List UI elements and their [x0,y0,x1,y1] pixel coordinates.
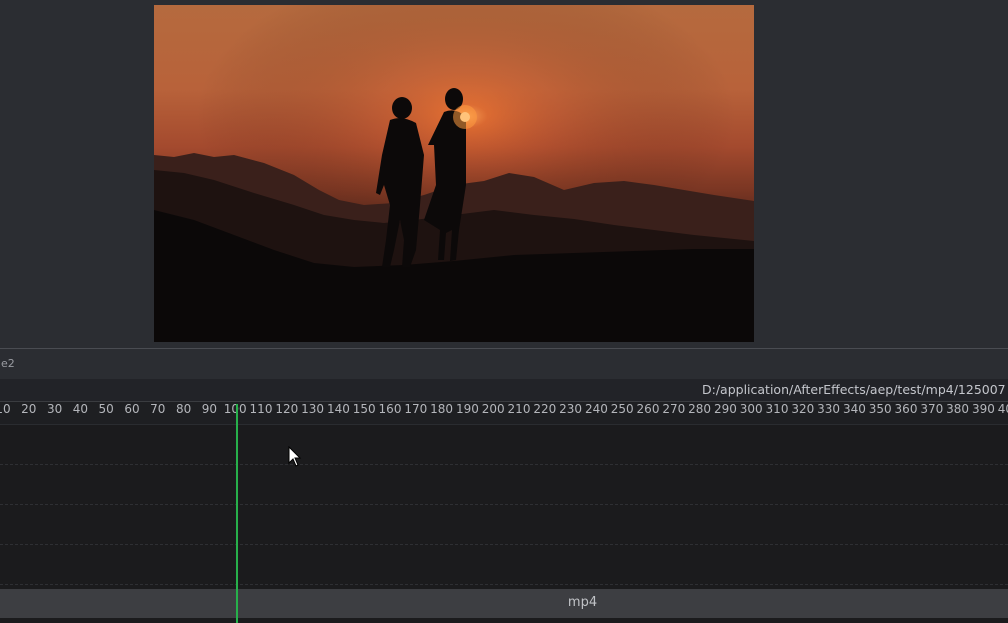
track-row[interactable] [0,545,1008,585]
ruler-tick: 320 [791,402,815,416]
ruler-tick: 250 [610,402,634,416]
ruler-tick: 370 [920,402,944,416]
ruler-tick: 80 [175,402,192,416]
ruler-tick: 160 [378,402,402,416]
ruler-tick: 70 [150,402,166,416]
ruler-tick: 10 [0,402,11,416]
ruler-tick: 40 [72,402,89,416]
ruler-tick: 130 [301,402,325,416]
preview-panel [0,0,1008,348]
ruler-tick: 60 [124,402,140,416]
ruler-tick: 390 [971,402,995,416]
ruler-tick: 170 [404,402,428,416]
ruler-tick: 20 [21,402,37,416]
ruler-tick: 140 [326,402,350,416]
ruler-tick: 400 [997,402,1008,416]
timeline-bottom-strip [0,618,1008,623]
ruler-tick: 260 [636,402,660,416]
ruler-tick: 360 [894,402,918,416]
ruler-tick: 350 [868,402,892,416]
ruler-tick: 110 [249,402,273,416]
ruler-tick: 200 [481,402,505,416]
ruler-tick: 30 [46,402,63,416]
ruler-tick: 310 [765,402,789,416]
playhead[interactable] [236,404,238,623]
ruler-tick: 150 [352,402,376,416]
ruler-tick: 180 [430,402,454,416]
timeline-tracks[interactable] [0,425,1008,589]
ruler-tick: 270 [662,402,686,416]
ruler-tick: 380 [946,402,970,416]
composition-tab[interactable]: e2 [1,357,15,370]
ruler-tick: 240 [584,402,608,416]
track-row[interactable] [0,505,1008,545]
ruler-tick: 90 [201,402,218,416]
mouse-pointer-icon [288,446,302,467]
ruler-tick: 210 [507,402,531,416]
video-preview[interactable] [154,5,754,342]
composition-tab-bar: e2 [0,349,1008,379]
ruler-tick: 300 [739,402,763,416]
ruler-tick: 220 [533,402,557,416]
track-row[interactable] [0,465,1008,505]
ruler-tick: 280 [688,402,712,416]
layer-label: mp4 [567,595,598,610]
source-path-bar: D:/application/AfterEffects/aep/test/mp4… [0,379,1008,401]
ruler-tick: 190 [455,402,479,416]
ruler-tick: 290 [713,402,737,416]
ruler-tick: 230 [559,402,583,416]
ruler-tick: 330 [817,402,841,416]
source-file-path: D:/application/AfterEffects/aep/test/mp4… [702,382,1006,397]
ruler-tick: 50 [98,402,114,416]
layer-bar-mp4[interactable]: mp4 [0,589,1008,618]
ruler-tick: 120 [275,402,299,416]
timeline-ruler[interactable]: 1020304050607080901001101201301401501601… [0,401,1008,425]
track-row[interactable] [0,425,1008,465]
ruler-tick: 340 [842,402,866,416]
sunset-couple-image [154,5,754,342]
